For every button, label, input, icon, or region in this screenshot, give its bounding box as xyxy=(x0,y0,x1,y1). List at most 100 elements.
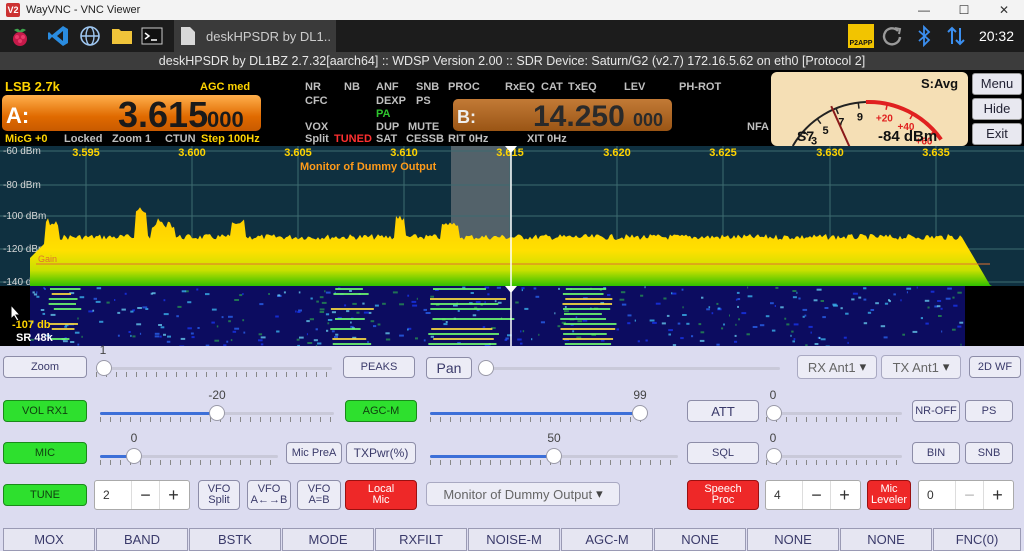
refresh-icon[interactable] xyxy=(880,24,904,48)
taskbar-app-label: deskHPSDR by DL1.. xyxy=(206,28,331,44)
wf-dot xyxy=(814,343,819,345)
mic-button[interactable]: MIC xyxy=(3,442,87,464)
mode-filter-label[interactable]: LSB 2.7k xyxy=(5,79,60,94)
document-icon xyxy=(181,27,195,45)
xit-label[interactable]: XIT 0Hz xyxy=(527,133,567,145)
fn-button-noise-m[interactable]: NOISE-M xyxy=(468,528,560,551)
speech-proc-button[interactable]: Speech Proc xyxy=(687,480,759,510)
fn-button-none-1[interactable]: NONE xyxy=(654,528,746,551)
zoom-slider[interactable]: 1 xyxy=(96,343,332,377)
rit-label[interactable]: RIT 0Hz xyxy=(448,133,488,145)
vfo-a-display[interactable]: A: 3.615 000 xyxy=(2,94,261,135)
wf-dot xyxy=(239,294,243,297)
sql-button[interactable]: SQL xyxy=(687,442,759,464)
fn-button-rxfilt[interactable]: RXFILT xyxy=(375,528,467,551)
fn-button-fnc[interactable]: FNC(0) xyxy=(933,528,1021,551)
tx-antenna-dropdown[interactable]: TX Ant1 ▾ xyxy=(881,355,961,379)
fn-button-band[interactable]: BAND xyxy=(96,528,188,551)
meter-s-value: S7 xyxy=(797,128,815,144)
sql-slider[interactable]: 0 xyxy=(766,431,902,465)
pan-slider[interactable] xyxy=(478,359,780,377)
vfo-swap-button[interactable]: VFO A←→B xyxy=(247,480,291,510)
bin-button[interactable]: BIN xyxy=(912,442,960,464)
mic-leveler-decrement-button[interactable]: − xyxy=(955,481,983,509)
pan-button[interactable]: Pan xyxy=(426,357,472,379)
mic-gain-slider[interactable]: 0 xyxy=(100,431,278,465)
vfo-a-equals-b-button[interactable]: VFO A=B xyxy=(297,480,341,510)
waterfall[interactable]: -107 db SR 48k xyxy=(0,286,1024,346)
taskbar-app-deskhpsdr[interactable]: deskHPSDR by DL1.. xyxy=(174,20,336,52)
ps-button[interactable]: PS xyxy=(965,400,1013,422)
fn-button-bstk[interactable]: BSTK xyxy=(189,528,281,551)
wf-2d-button[interactable]: 2D WF xyxy=(969,356,1021,378)
att-slider[interactable]: 0 xyxy=(766,388,902,422)
bluetooth-icon[interactable] xyxy=(912,24,936,48)
fn-button-none-3[interactable]: NONE xyxy=(840,528,932,551)
agc-slider[interactable]: 99 xyxy=(430,388,648,422)
fn-button-mode[interactable]: MODE xyxy=(282,528,374,551)
mic-leveler-increment-button[interactable]: + xyxy=(983,481,1011,509)
wf-signal-band xyxy=(563,308,611,310)
minimize-button[interactable]: — xyxy=(904,0,944,20)
wf-dot xyxy=(327,319,333,321)
wf-dot xyxy=(701,296,704,299)
raspberry-pi-menu-icon[interactable] xyxy=(8,24,32,48)
fn-button-mox[interactable]: MOX xyxy=(3,528,95,551)
ctun-label[interactable]: CTUN xyxy=(165,133,196,145)
txpwr-button[interactable]: TXPwr(%) xyxy=(346,442,416,464)
agc-label[interactable]: AGC med xyxy=(200,81,250,93)
wf-dot xyxy=(813,299,818,302)
mic-leveler-stepper[interactable]: 0 − + xyxy=(918,480,1014,510)
att-button[interactable]: ATT xyxy=(687,400,759,422)
wf-dot xyxy=(258,333,263,336)
network-arrows-icon[interactable] xyxy=(944,24,968,48)
fn-button-none-2[interactable]: NONE xyxy=(747,528,839,551)
p2app-icon[interactable]: P2APP xyxy=(848,24,874,48)
file-manager-icon[interactable] xyxy=(110,24,134,48)
maximize-button[interactable]: ☐ xyxy=(944,0,984,20)
txpwr-slider[interactable]: 50 xyxy=(430,431,678,465)
tune-increment-button[interactable]: + xyxy=(159,481,187,509)
rx-antenna-dropdown[interactable]: RX Ant1 ▾ xyxy=(797,355,877,379)
mic-gain-label: MicG +0 xyxy=(5,133,48,145)
web-browser-icon[interactable] xyxy=(78,24,102,48)
terminal-icon[interactable] xyxy=(140,24,164,48)
vol-rx1-slider[interactable]: -20 xyxy=(100,388,334,422)
menu-button[interactable]: Menu xyxy=(972,73,1022,95)
locked-label[interactable]: Locked xyxy=(64,133,103,145)
mic-prea-button[interactable]: Mic PreA xyxy=(286,442,342,464)
wf-dot xyxy=(920,317,923,320)
vfo-split-button[interactable]: VFO Split xyxy=(198,480,240,510)
speech-proc-stepper[interactable]: 4 − + xyxy=(765,480,861,510)
zoom-status-label: Zoom 1 xyxy=(112,133,152,145)
hide-button[interactable]: Hide xyxy=(972,98,1022,120)
exit-button[interactable]: Exit xyxy=(972,123,1022,145)
fn-button-agc-m[interactable]: AGC-M xyxy=(561,528,653,551)
snb-button[interactable]: SNB xyxy=(965,442,1013,464)
spectrum-plot[interactable]: -60 dBm-80 dBm-100 dBm-120 dBm-140 dBm3.… xyxy=(0,146,1024,286)
nr-off-button[interactable]: NR-OFF xyxy=(912,400,960,422)
vol-rx1-button[interactable]: VOL RX1 xyxy=(3,400,87,422)
local-mic-button[interactable]: Local Mic xyxy=(345,480,417,510)
tune-decrement-button[interactable]: − xyxy=(131,481,159,509)
wf-dot xyxy=(42,312,46,315)
agc-m-button[interactable]: AGC-M xyxy=(345,400,417,422)
wf-dot xyxy=(521,289,523,292)
mic-leveler-button[interactable]: Mic Leveler xyxy=(867,480,911,510)
tune-button[interactable]: TUNE xyxy=(3,484,87,506)
peaks-button[interactable]: PEAKS xyxy=(343,356,415,378)
vscode-icon[interactable] xyxy=(46,24,70,48)
step-label[interactable]: Step 100Hz xyxy=(201,133,260,145)
wf-dot xyxy=(880,325,886,328)
waterfall-image[interactable] xyxy=(0,286,1024,346)
panadapter[interactable]: -60 dBm -80 dBm -100 dBm -120 dBm -140 dBm 3.… xyxy=(0,146,1024,286)
vfo-b-display[interactable]: B: 14.250 000 xyxy=(453,99,672,133)
zoom-button[interactable]: Zoom xyxy=(3,356,87,378)
close-button[interactable]: ✕ xyxy=(984,0,1024,20)
wf-dot xyxy=(681,288,684,291)
monitor-dropdown[interactable]: Monitor of Dummy Output ▾ xyxy=(426,482,620,506)
speech-proc-increment-button[interactable]: + xyxy=(830,481,858,509)
speech-proc-decrement-button[interactable]: − xyxy=(802,481,830,509)
tune-power-stepper[interactable]: 2 − + xyxy=(94,480,190,510)
screen: V2 WayVNC - VNC Viewer — ☐ ✕ deskHPSDR b… xyxy=(0,0,1024,551)
